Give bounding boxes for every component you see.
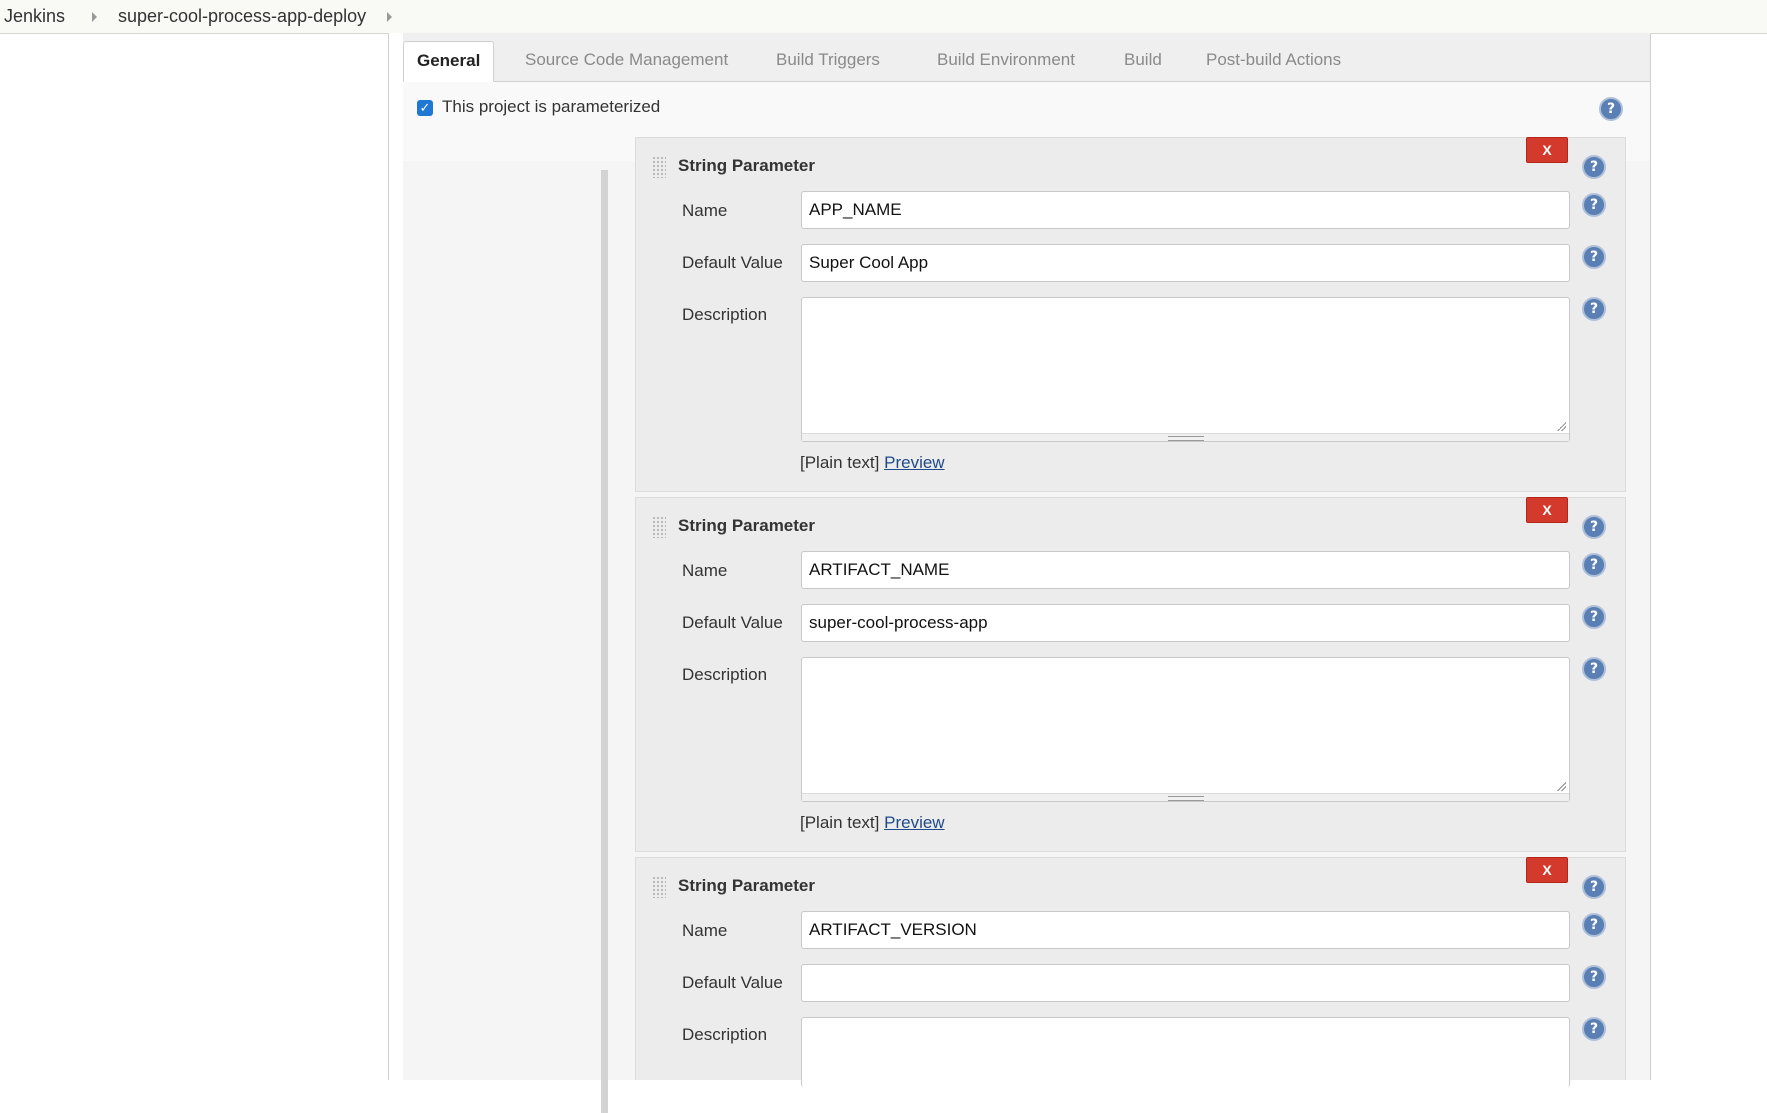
drag-handle-icon[interactable] xyxy=(652,876,666,898)
string-parameter-block: String Parameter X Name ARTIFACT_VERSION… xyxy=(635,857,1626,1087)
help-icon[interactable]: ? xyxy=(1582,515,1606,539)
breadcrumb-arrow-icon[interactable] xyxy=(92,12,97,22)
default-value-label: Default Value xyxy=(682,253,783,272)
delete-parameter-button[interactable]: X xyxy=(1526,857,1568,883)
resize-corner-icon[interactable] xyxy=(1556,781,1566,791)
help-icon[interactable]: ? xyxy=(1582,245,1606,269)
breadcrumb-arrow-icon[interactable] xyxy=(387,12,392,22)
name-label: Name xyxy=(682,561,728,580)
description-label: Description xyxy=(682,305,768,324)
name-label: Name xyxy=(682,201,728,220)
name-label: Name xyxy=(682,921,728,940)
help-icon[interactable]: ? xyxy=(1582,553,1606,577)
help-icon[interactable]: ? xyxy=(1582,1017,1606,1041)
help-icon[interactable]: ? xyxy=(1582,297,1606,321)
parameter-title: String Parameter xyxy=(678,516,815,535)
help-icon[interactable]: ? xyxy=(1582,605,1606,629)
help-icon[interactable]: ? xyxy=(1582,913,1606,937)
name-field[interactable]: ARTIFACT_NAME xyxy=(801,551,1570,589)
tab-build-triggers[interactable]: Build Triggers xyxy=(776,41,880,81)
default-value-field[interactable]: super-cool-process-app xyxy=(801,604,1570,642)
parameters-indent-bar xyxy=(601,170,608,1113)
default-value-label: Default Value xyxy=(682,613,783,632)
preview-link[interactable]: Preview xyxy=(884,453,944,472)
parameter-title: String Parameter xyxy=(678,876,815,895)
string-parameter-block: String Parameter X Name ARTIFACT_NAME De… xyxy=(635,497,1626,852)
parameter-title: String Parameter xyxy=(678,156,815,175)
textarea-resize-bar[interactable] xyxy=(802,793,1569,801)
plain-text-label: [Plain text] xyxy=(800,813,880,832)
tab-build[interactable]: Build xyxy=(1124,41,1162,81)
default-value-label: Default Value xyxy=(682,973,783,992)
description-label: Description xyxy=(682,1025,768,1044)
resize-corner-icon[interactable] xyxy=(1556,421,1566,431)
name-field[interactable]: ARTIFACT_VERSION xyxy=(801,911,1570,949)
breadcrumb: Jenkins super-cool-process-app-deploy xyxy=(0,0,1767,34)
tab-general[interactable]: General xyxy=(403,41,495,82)
description-label: Description xyxy=(682,665,768,684)
description-textarea[interactable] xyxy=(801,657,1570,802)
help-icon[interactable]: ? xyxy=(1582,657,1606,681)
delete-parameter-button[interactable]: X xyxy=(1526,137,1568,163)
resize-grip-icon[interactable] xyxy=(1168,436,1204,441)
tab-post-build-actions[interactable]: Post-build Actions xyxy=(1206,41,1341,81)
description-textarea[interactable] xyxy=(801,1017,1570,1087)
format-hint: [Plain text] Preview xyxy=(800,453,945,473)
description-textarea[interactable] xyxy=(801,297,1570,442)
config-tab-bar: General Source Code Management Build Tri… xyxy=(403,33,1650,82)
resize-grip-icon[interactable] xyxy=(1168,796,1204,801)
default-value-field[interactable]: Super Cool App xyxy=(801,244,1570,282)
preview-link[interactable]: Preview xyxy=(884,813,944,832)
string-parameter-block: String Parameter X Name APP_NAME Default… xyxy=(635,137,1626,492)
delete-parameter-button[interactable]: X xyxy=(1526,497,1568,523)
drag-handle-icon[interactable] xyxy=(652,516,666,538)
help-icon[interactable]: ? xyxy=(1582,193,1606,217)
tab-source-code-management[interactable]: Source Code Management xyxy=(525,41,728,81)
breadcrumb-jenkins[interactable]: Jenkins xyxy=(0,6,65,27)
tab-build-environment[interactable]: Build Environment xyxy=(937,41,1075,81)
format-hint: [Plain text] Preview xyxy=(800,813,945,833)
parameterized-checkbox[interactable]: ✓ xyxy=(417,100,433,116)
textarea-resize-bar[interactable] xyxy=(802,433,1569,441)
breadcrumb-job[interactable]: super-cool-process-app-deploy xyxy=(114,6,366,27)
plain-text-label: [Plain text] xyxy=(800,453,880,472)
help-icon[interactable]: ? xyxy=(1582,155,1606,179)
help-icon[interactable]: ? xyxy=(1582,965,1606,989)
name-field[interactable]: APP_NAME xyxy=(801,191,1570,229)
parameterized-label: This project is parameterized xyxy=(442,97,661,116)
default-value-field[interactable] xyxy=(801,964,1570,1002)
help-icon[interactable]: ? xyxy=(1599,97,1623,121)
drag-handle-icon[interactable] xyxy=(652,156,666,178)
help-icon[interactable]: ? xyxy=(1582,875,1606,899)
